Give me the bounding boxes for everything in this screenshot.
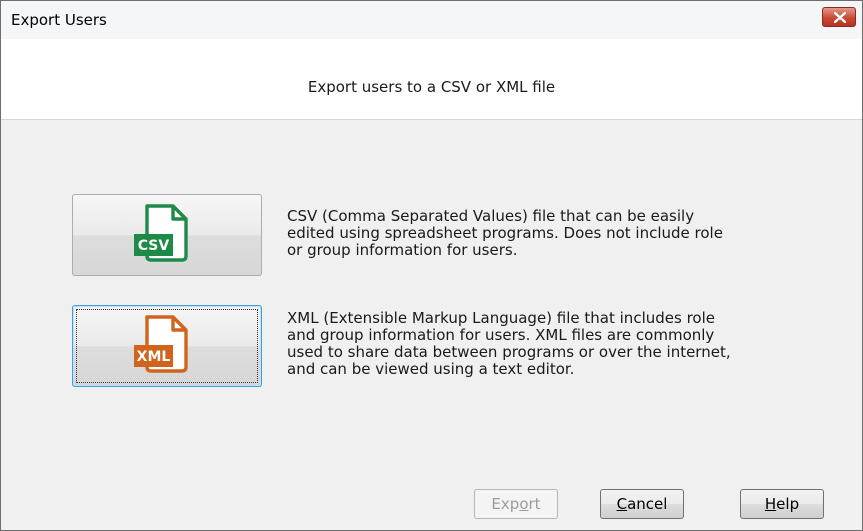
help-mnemonic: H <box>764 495 777 513</box>
cancel-button[interactable]: Cancel <box>600 489 684 519</box>
csv-desc-line: edited using spreadsheet programs. Does … <box>287 224 723 242</box>
csv-desc-line: or group information for users. <box>287 241 518 259</box>
xml-file-icon: XML <box>134 315 188 373</box>
xml-icon-label: XML <box>137 349 171 365</box>
xml-desc-line: and can be viewed using a text editor. <box>287 360 575 378</box>
export-mnemonic: o <box>519 495 529 513</box>
title-bar: Export Users <box>1 1 862 39</box>
xml-desc-line: XML (Extensible Markup Language) file th… <box>287 309 715 327</box>
close-button[interactable] <box>822 7 856 27</box>
csv-desc-line: CSV (Comma Separated Values) file that c… <box>287 207 695 225</box>
export-users-dialog: Export Users Export users to a CSV or XM… <box>0 0 863 531</box>
close-x-icon <box>834 12 846 23</box>
export-csv-button[interactable]: CSV <box>72 194 262 276</box>
export-xml-button[interactable]: XML <box>72 305 262 387</box>
xml-desc-line: and group information for users. XML fil… <box>287 326 715 344</box>
cancel-label-rest: ancel <box>627 495 668 513</box>
help-label-rest: elp <box>776 495 800 513</box>
header-panel: Export users to a CSV or XML file <box>1 39 862 120</box>
header-text: Export users to a CSV or XML file <box>307 78 556 96</box>
export-label-rest: rt <box>528 495 541 513</box>
csv-description: CSV (Comma Separated Values) file that c… <box>287 208 847 259</box>
csv-icon-label: CSV <box>138 238 170 254</box>
window-title: Export Users <box>11 11 107 29</box>
xml-description: XML (Extensible Markup Language) file th… <box>287 310 847 378</box>
csv-file-icon: CSV <box>134 204 188 262</box>
cancel-mnemonic: C <box>616 495 628 513</box>
export-label: Exp <box>491 495 520 513</box>
xml-desc-line: used to share data between programs or o… <box>287 343 731 361</box>
help-button[interactable]: Help <box>740 489 824 519</box>
export-button[interactable]: Export <box>474 489 558 519</box>
